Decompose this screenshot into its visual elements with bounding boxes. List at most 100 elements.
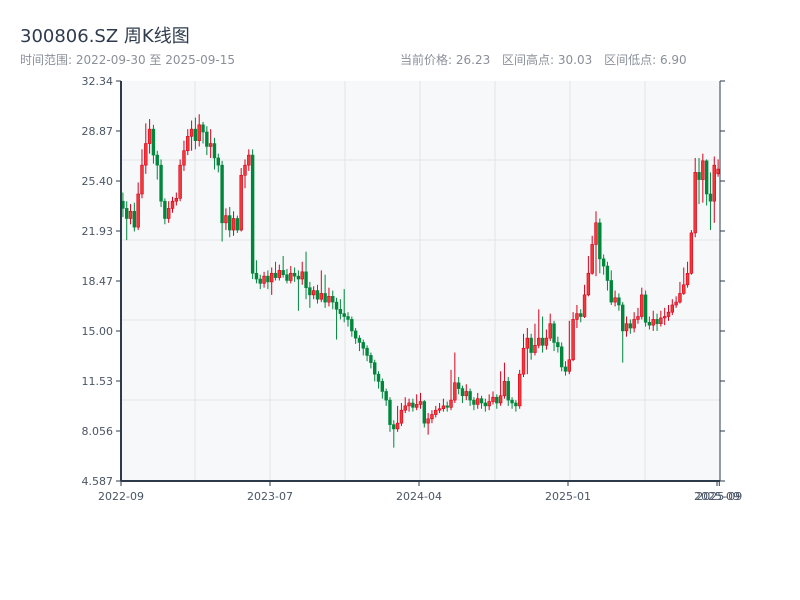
candle-body bbox=[552, 323, 556, 343]
candle-body bbox=[628, 323, 633, 329]
y-tick-label: 28.87 bbox=[82, 125, 114, 138]
candle-body bbox=[277, 270, 282, 278]
candle-body bbox=[353, 330, 358, 339]
candle-body bbox=[220, 164, 224, 224]
candle-body bbox=[266, 275, 270, 283]
candle-body bbox=[170, 200, 175, 209]
candle-body bbox=[338, 308, 343, 314]
candle-body bbox=[521, 347, 526, 375]
candle-body bbox=[693, 172, 697, 234]
candle-body bbox=[399, 409, 404, 424]
candle-body bbox=[235, 218, 240, 231]
candle-body bbox=[369, 355, 373, 363]
candle-body bbox=[357, 337, 362, 343]
candle-body bbox=[380, 381, 385, 392]
candle-body bbox=[281, 270, 285, 276]
candle-body bbox=[449, 399, 453, 408]
candle-body bbox=[296, 275, 301, 280]
candle-body bbox=[205, 131, 209, 147]
candle-body bbox=[498, 395, 503, 404]
candle-body bbox=[682, 284, 686, 294]
candle-body bbox=[228, 215, 232, 231]
candle-body bbox=[426, 418, 430, 424]
candle-body bbox=[201, 124, 205, 133]
candle-body bbox=[182, 150, 186, 166]
candle-body bbox=[315, 290, 320, 300]
candle-body bbox=[392, 424, 396, 430]
candle-body bbox=[640, 294, 644, 317]
candle-body bbox=[159, 164, 163, 202]
candle-body bbox=[571, 319, 575, 361]
candle-body bbox=[586, 272, 591, 296]
candle-body bbox=[376, 373, 381, 382]
candle bbox=[422, 400, 427, 428]
candle-body bbox=[311, 290, 316, 296]
candle-body bbox=[147, 128, 152, 144]
candle-body bbox=[197, 124, 201, 141]
candle-body bbox=[174, 198, 179, 202]
candle-body bbox=[342, 313, 346, 317]
candle-body bbox=[716, 168, 720, 175]
candle-body bbox=[582, 294, 587, 317]
candle-body bbox=[609, 280, 613, 303]
candle-body bbox=[285, 274, 289, 281]
candle-body bbox=[502, 381, 507, 397]
candle-body bbox=[270, 272, 274, 283]
candle-body bbox=[323, 293, 327, 303]
candle-body bbox=[395, 422, 400, 430]
candle-body bbox=[659, 317, 663, 325]
candle-body bbox=[605, 265, 610, 281]
y-tick-label: 8.056 bbox=[82, 425, 114, 438]
candle-body bbox=[258, 278, 262, 284]
candle-body bbox=[136, 193, 140, 228]
candle-body bbox=[674, 301, 678, 306]
y-tick-label: 15.00 bbox=[82, 325, 114, 338]
candle-body bbox=[453, 382, 457, 401]
candle-body bbox=[533, 345, 537, 353]
candle-body bbox=[186, 136, 190, 152]
candle-body bbox=[250, 154, 255, 274]
candle-body bbox=[662, 316, 667, 319]
x-tick-label: 2022-09 bbox=[98, 490, 144, 503]
candle-body bbox=[411, 402, 415, 408]
candle-body bbox=[617, 297, 621, 306]
candle-body bbox=[559, 346, 564, 368]
candle-body bbox=[456, 382, 461, 389]
candle-body bbox=[319, 293, 324, 300]
candle-body bbox=[643, 294, 648, 323]
candle-body bbox=[689, 232, 694, 274]
y-tick-label: 11.53 bbox=[82, 375, 114, 388]
candle-body bbox=[243, 164, 247, 176]
candle-body bbox=[151, 128, 156, 156]
candle-body bbox=[579, 313, 583, 317]
candle-body bbox=[472, 399, 476, 405]
candle-body bbox=[418, 401, 423, 405]
candle-body bbox=[556, 342, 560, 348]
candlestick-chart: 32.34 28.87 25.40 21.93 18.47 15.00 11.53 8.056… bbox=[82, 75, 743, 503]
candle-body bbox=[655, 319, 659, 325]
candle-body bbox=[216, 157, 220, 166]
candle bbox=[239, 168, 243, 232]
candle-body bbox=[414, 404, 419, 408]
candle-body bbox=[212, 143, 217, 159]
candle-body bbox=[567, 359, 571, 372]
candle bbox=[643, 290, 648, 327]
candle-body bbox=[308, 287, 312, 296]
candle-body bbox=[483, 402, 488, 407]
candle-body bbox=[495, 396, 499, 404]
y-tick-label: 18.47 bbox=[82, 275, 114, 288]
candle-body bbox=[479, 398, 484, 404]
candle-body bbox=[487, 401, 491, 407]
candle-body bbox=[350, 319, 354, 332]
y-tick-label: 25.40 bbox=[82, 175, 114, 188]
x-tick-label: 2024-04 bbox=[396, 490, 442, 503]
candle bbox=[159, 159, 163, 207]
candle-body bbox=[613, 297, 617, 303]
candle-body bbox=[544, 337, 549, 346]
candle-body bbox=[239, 174, 243, 231]
candle-body bbox=[575, 313, 579, 320]
candle-body bbox=[525, 337, 530, 349]
candle-body bbox=[132, 210, 137, 228]
candle-body bbox=[361, 342, 365, 349]
candle-body bbox=[445, 405, 449, 408]
